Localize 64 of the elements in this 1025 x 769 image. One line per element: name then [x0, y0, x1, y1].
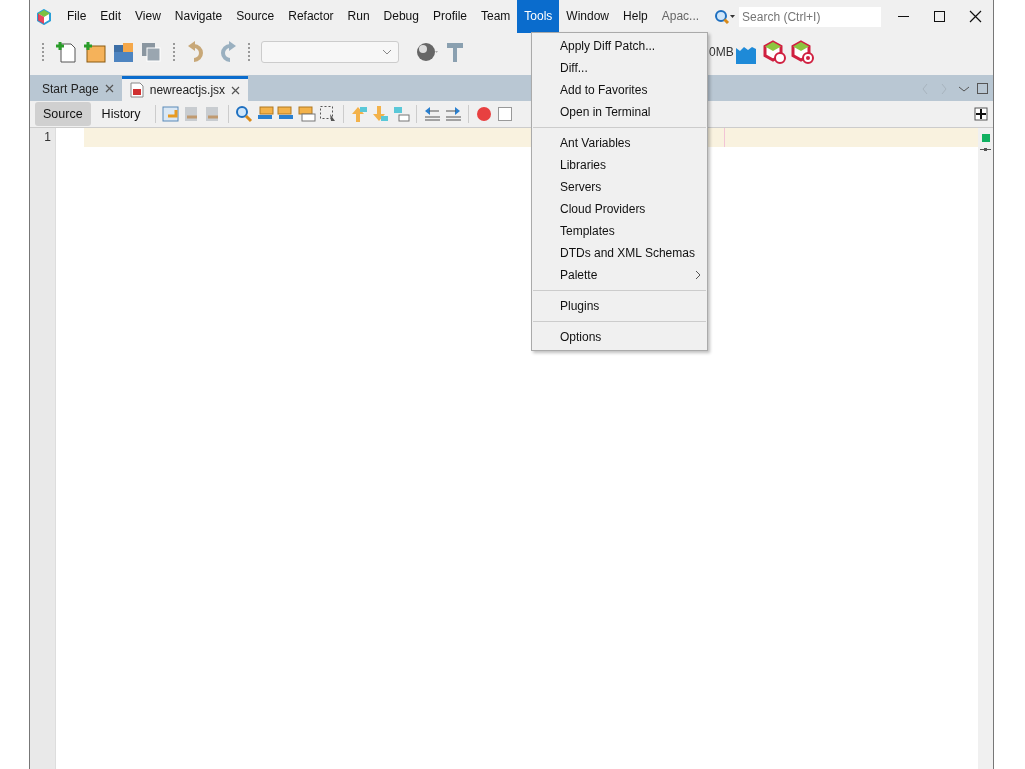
line-number: 1	[43, 129, 52, 146]
close-icon	[104, 84, 114, 93]
editor-tab[interactable]: Start Page	[34, 76, 122, 101]
memory-usage-label: 0MB	[709, 44, 734, 61]
menu-entry[interactable]: Cloud Providers	[532, 198, 707, 220]
menu-item[interactable]: View	[128, 0, 168, 33]
menu-item[interactable]: File	[60, 0, 94, 33]
js-file-icon	[129, 82, 144, 98]
maximize-icon[interactable]	[976, 81, 989, 96]
record-macro-icon[interactable]	[474, 105, 493, 123]
stop-macro-icon[interactable]	[495, 105, 514, 123]
menu-entry[interactable]: Open in Terminal	[532, 101, 707, 123]
menu-item[interactable]: Help	[616, 0, 655, 33]
menu-entry[interactable]: Palette	[532, 264, 707, 286]
bookmark-down-icon[interactable]	[370, 105, 389, 123]
menu-item[interactable]: Source	[229, 0, 282, 33]
menu-entry[interactable]: Libraries	[532, 154, 707, 176]
shift-left-icon[interactable]	[422, 105, 441, 123]
menu-item[interactable]: Refactor	[281, 0, 341, 33]
menu-entry[interactable]: Ant Variables	[532, 132, 707, 154]
chevron-right-icon	[695, 270, 701, 280]
view-tab[interactable]: History	[93, 101, 149, 127]
editor-tab[interactable]: newreactjs.jsx	[121, 76, 249, 101]
caret-icon	[382, 49, 392, 55]
jump-back-icon[interactable]	[161, 105, 180, 123]
cube-logo-icon	[36, 8, 52, 25]
bookmark-toggle-icon[interactable]	[391, 105, 410, 123]
highlight-icon[interactable]	[297, 105, 316, 123]
find-icon[interactable]	[234, 105, 253, 123]
menu-item[interactable]: Apac...	[654, 0, 707, 33]
menu-entry[interactable]: Plugins	[532, 295, 707, 317]
save-all-icon[interactable]	[139, 40, 163, 64]
menu-item[interactable]: Tools	[517, 0, 560, 33]
globe-icon[interactable]	[415, 40, 439, 64]
menu-entry[interactable]: DTDs and XML Schemas	[532, 242, 707, 264]
search-icon[interactable]	[714, 8, 737, 25]
menu-item[interactable]: Navigate	[167, 0, 230, 33]
selection-icon[interactable]	[318, 105, 337, 123]
profiler-target-icon[interactable]	[789, 40, 814, 64]
menu-entry[interactable]: Add to Favorites	[532, 79, 707, 101]
menu-item[interactable]: Run	[340, 0, 377, 33]
menu-entry[interactable]: Apply Diff Patch...	[532, 35, 707, 57]
folder-icon[interactable]	[111, 40, 135, 64]
menu-item[interactable]: Window	[559, 0, 617, 33]
menu-item[interactable]: Team	[474, 0, 518, 33]
close-icon	[231, 85, 241, 95]
status-ok-icon	[981, 134, 990, 142]
new-project-icon[interactable]	[83, 40, 107, 64]
menu-entry[interactable]: Servers	[532, 176, 707, 198]
shift-right-icon[interactable]	[443, 105, 462, 123]
search-field[interactable]: Search (Ctrl+I)	[739, 6, 882, 27]
menu-entry[interactable]: Options	[532, 326, 707, 348]
menu-item[interactable]: Profile	[426, 0, 474, 33]
bookmark-up-icon[interactable]	[349, 105, 368, 123]
minimize-icon	[897, 16, 909, 17]
profiler-clock-icon[interactable]	[761, 40, 786, 64]
menu-item[interactable]: Debug	[376, 0, 426, 33]
menu-entry[interactable]: Templates	[532, 220, 707, 242]
menu-entry[interactable]: Diff...	[532, 57, 707, 79]
new-file-icon[interactable]	[55, 40, 79, 64]
caret-marker-icon	[980, 147, 991, 152]
menu-item[interactable]: Edit	[93, 0, 129, 33]
split-view-icon[interactable]	[974, 107, 988, 121]
view-tab[interactable]: Source	[35, 101, 91, 127]
